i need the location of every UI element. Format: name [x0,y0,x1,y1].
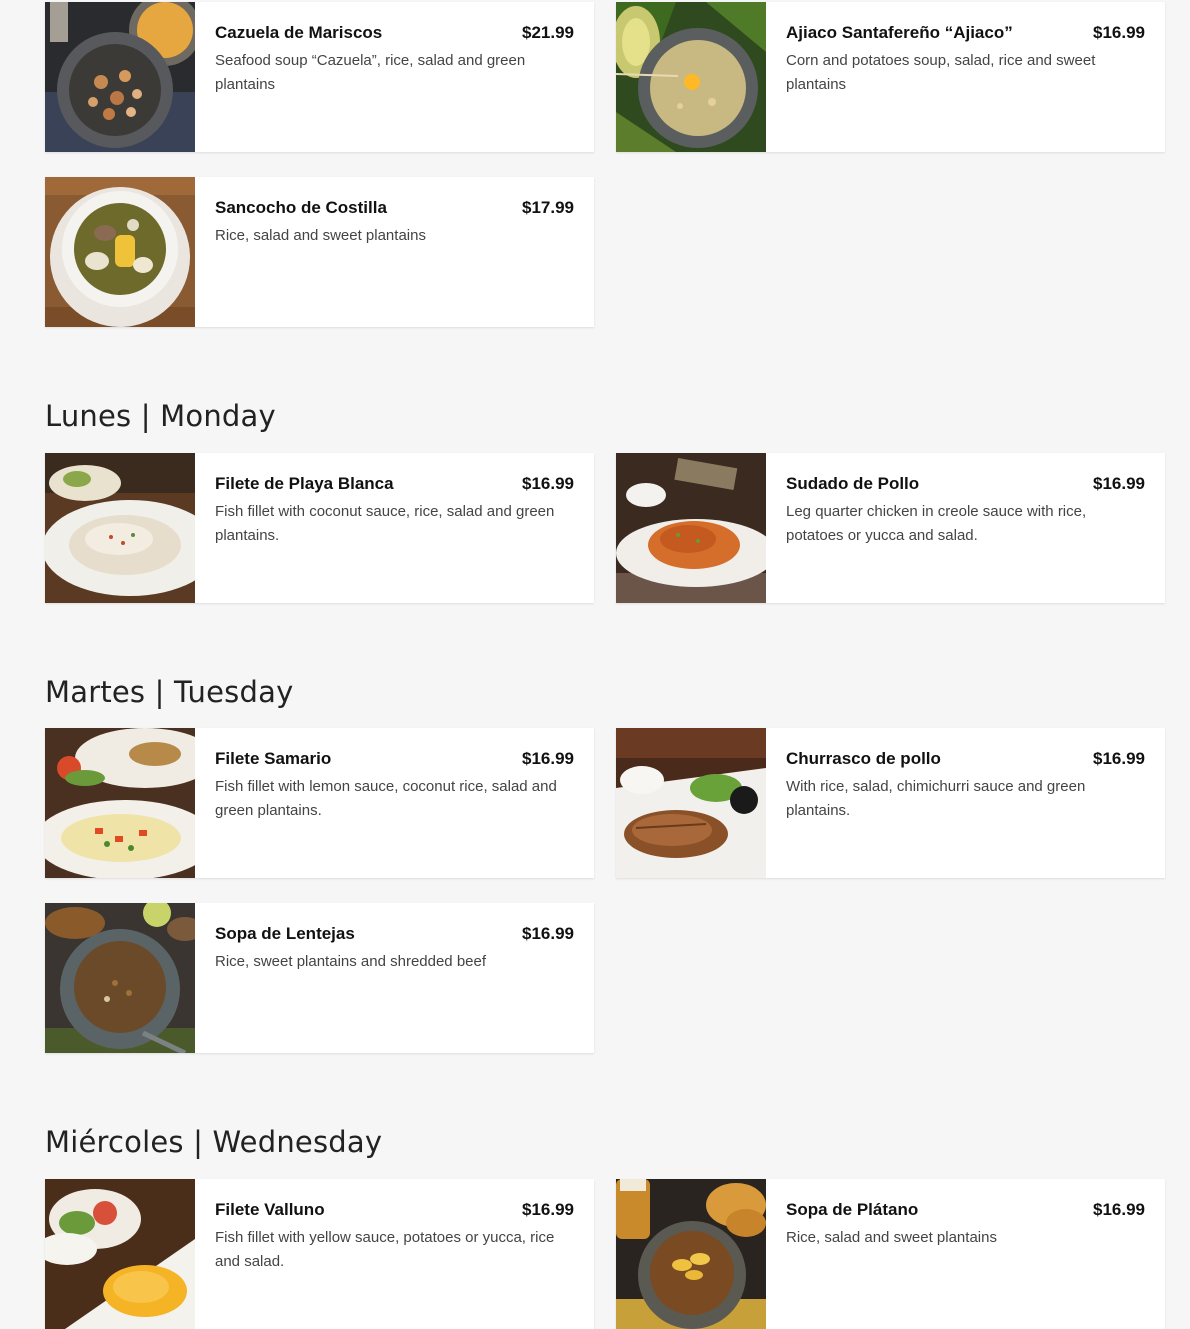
dish-price: $21.99 [522,23,574,42]
dish-description: Leg quarter chicken in creole sauce with… [786,503,1087,544]
dish-description: With rice, salad, chimichurri sauce and … [786,778,1086,819]
dish-description: Fish fillet with coconut sauce, rice, sa… [215,503,555,544]
dish-description: Fish fillet with lemon sauce, coconut ri… [215,778,557,819]
seafood-soup-image [45,2,195,152]
fish-coconut-image [45,453,195,603]
dish-name: Ajiaco Santafereño “Ajiaco” [786,23,1013,42]
dish-description: Rice, salad and sweet plantains [786,1229,997,1246]
menu-card: Filete de Playa Blanca $16.99 Fish fille… [45,453,594,603]
dish-name: Filete de Playa Blanca [215,474,394,493]
section-heading-wednesday: Miércoles | Wednesday [45,1125,383,1159]
dish-price: $16.99 [1093,1200,1145,1219]
menu-card: Churrasco de pollo $16.99 With rice, sal… [616,728,1165,878]
dish-description: Seafood soup “Cazuela”, rice, salad and … [215,52,526,93]
dish-price: $17.99 [522,198,574,217]
section-heading-tuesday: Martes | Tuesday [45,675,294,709]
dish-description: Rice, sweet plantains and shredded beef [215,953,487,970]
dish-price: $16.99 [1093,474,1145,493]
dish-name: Sudado de Pollo [786,474,920,493]
dish-price: $16.99 [522,474,574,493]
dish-price: $16.99 [522,749,574,768]
dish-name: Cazuela de Mariscos [215,23,383,42]
dish-description: Corn and potatoes soup, salad, rice and … [786,52,1096,93]
menu-card: Cazuela de Mariscos $21.99 Seafood soup … [45,2,594,152]
section-heading-monday: Lunes | Monday [45,399,276,433]
menu-card: Sopa de Lentejas $16.99 Rice, sweet plan… [45,903,594,1053]
plantain-soup-image [616,1179,766,1329]
dish-description: Rice, salad and sweet plantains [215,227,426,244]
fish-yellow-sauce-image [45,1179,195,1329]
menu-card: Sancocho de Costilla $17.99 Rice, salad … [45,177,594,327]
dish-name: Sopa de Plátano [786,1200,919,1219]
menu-card: Sudado de Pollo $16.99 Leg quarter chick… [616,453,1165,603]
dish-name: Filete Valluno [215,1200,325,1219]
dish-name: Sancocho de Costilla [215,198,387,217]
chicken-creole-image [616,453,766,603]
lentil-soup-image [45,903,195,1053]
dish-name: Sopa de Lentejas [215,924,355,943]
menu-card: Filete Valluno $16.99 Fish fillet with y… [45,1179,594,1329]
dish-price: $16.99 [1093,749,1145,768]
dish-price: $16.99 [522,924,574,943]
menu-card: Filete Samario $16.99 Fish fillet with l… [45,728,594,878]
menu-card: Ajiaco Santafereño “Ajiaco” $16.99 Corn … [616,2,1165,152]
menu-card: Sopa de Plátano $16.99 Rice, salad and s… [616,1179,1165,1329]
dish-price: $16.99 [522,1200,574,1219]
dish-name: Churrasco de pollo [786,749,941,768]
dish-price: $16.99 [1093,23,1145,42]
chicken-churrasco-image [616,728,766,878]
dish-name: Filete Samario [215,749,332,768]
sancocho-image [45,177,195,327]
dish-description: Fish fillet with yellow sauce, potatoes … [215,1229,555,1270]
fish-lemon-image [45,728,195,878]
ajiaco-soup-image [616,2,766,152]
